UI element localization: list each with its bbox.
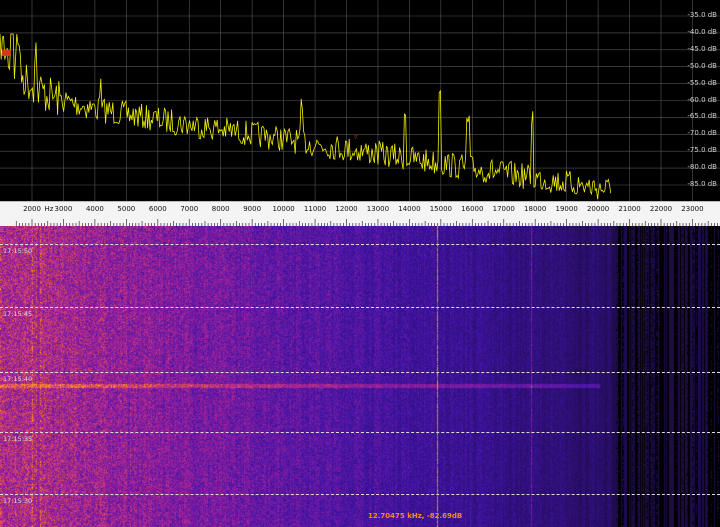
frequency-label: Hz (44, 205, 54, 213)
db-label: -50.0 dB (687, 61, 717, 70)
time-label: 17:15:40 (3, 375, 33, 383)
frequency-label: 10000 (272, 205, 295, 213)
time-gridline (0, 307, 720, 308)
waterfall-canvas (0, 226, 720, 527)
frequency-label: 15000 (429, 205, 452, 213)
db-label: -75.0 dB (687, 146, 717, 155)
time-label: 17:15:35 (3, 435, 33, 443)
cursor-readout: 12.70475 kHz, -82.69dB (368, 512, 463, 520)
db-label: -35.0 dB (687, 11, 717, 19)
db-label: -65.0 dB (687, 112, 717, 121)
frequency-label: 11000 (303, 205, 327, 213)
frequency-label: 9000 (243, 205, 262, 213)
frequency-label: 7000 (180, 205, 199, 213)
db-label: -60.0 dB (687, 95, 717, 104)
frequency-label: 23000 (681, 205, 704, 213)
db-label: -55.0 dB (687, 78, 717, 87)
frequency-label: 13000 (366, 205, 390, 213)
frequency-label: 5000 (117, 205, 136, 213)
frequency-label: 14000 (398, 205, 421, 213)
spectrum-trace (0, 33, 612, 200)
db-label: -45.0 dB (687, 44, 717, 53)
peak-marker-icon (2, 50, 11, 56)
time-gridline (0, 494, 720, 495)
frequency-label: 21000 (618, 205, 641, 213)
spectrum-plot[interactable]: ▿ -35.0 dB -40.0 dB -45.0 dB -50.0 dB -55.0 … (0, 0, 720, 205)
db-label: -70.0 dB (687, 129, 717, 138)
frequency-label: 20000 (586, 205, 610, 213)
spectrum-analyzer-window: ▿ -35.0 dB -40.0 dB -45.0 dB -50.0 dB -55.0 … (0, 0, 720, 527)
frequency-label: 16000 (461, 205, 484, 213)
waterfall-display[interactable]: 17:15:50 17:15:45 17:15:40 17:15:35 17:15:30 (0, 226, 720, 527)
time-label: 17:15:45 (3, 310, 33, 318)
frequency-label: 19000 (555, 205, 578, 213)
frequency-label: 12000 (335, 205, 358, 213)
frequency-label: 3000 (54, 205, 73, 213)
frequency-ticks (15, 219, 718, 226)
trace-marker: ▿ (354, 133, 358, 141)
time-gridline (0, 372, 720, 373)
frequency-label: 4000 (85, 205, 104, 213)
frequency-label: 8000 (211, 205, 230, 213)
frequency-label: 2000 (23, 205, 41, 213)
frequency-scale-bar[interactable]: 2000 Hz 3000 4000 5000 6000 7000 8000 9000 10000 1… (0, 201, 720, 227)
frequency-label: 22000 (649, 205, 673, 213)
db-label: -85.0 dB (687, 180, 717, 188)
spectrum-svg: ▿ (0, 0, 720, 205)
time-label: 17:15:30 (3, 497, 33, 505)
frequency-label: 18000 (524, 205, 547, 213)
time-label: 17:15:50 (3, 247, 33, 255)
time-gridline (0, 244, 720, 245)
frequency-label: 6000 (148, 205, 167, 213)
time-gridline (0, 432, 720, 433)
frequency-label: 17000 (492, 205, 515, 213)
db-label: -40.0 dB (687, 27, 717, 36)
db-label: -80.0 dB (687, 163, 717, 172)
